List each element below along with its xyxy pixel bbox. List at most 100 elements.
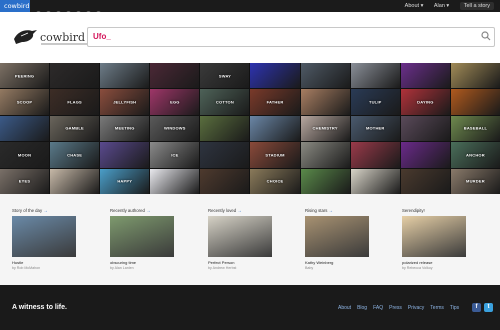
story-column-heading[interactable]: Recently loved →: [208, 208, 283, 213]
story-column-heading-text: Recently authored: [110, 208, 145, 213]
story-thumbnail[interactable]: [110, 216, 174, 257]
story-column: Rising stars → Kathy Weinberg Baby: [305, 208, 380, 270]
story-tile[interactable]: SWAY: [200, 63, 250, 89]
story-column-heading[interactable]: Rising stars →: [305, 208, 380, 213]
story-author[interactable]: by Alan Lanlen: [110, 266, 185, 270]
story-tile[interactable]: STADIUM: [250, 142, 300, 168]
logo-underline: [41, 43, 87, 45]
story-tile[interactable]: MURDER: [450, 168, 500, 194]
story-thumbnail[interactable]: [305, 216, 369, 257]
story-tile-label: FLAGS: [67, 99, 82, 105]
story-author[interactable]: by Rebecca Volkoy: [402, 266, 477, 270]
footer-link[interactable]: FAQ: [373, 305, 383, 311]
story-tile[interactable]: HAPPY: [100, 168, 150, 194]
story-tile[interactable]: CHOICE: [250, 168, 300, 194]
story-title[interactable]: Hustle: [12, 260, 87, 265]
story-thumbnail[interactable]: [12, 216, 76, 257]
footer-link[interactable]: Tips: [450, 305, 459, 311]
story-column-heading[interactable]: Recently authored →: [110, 208, 185, 213]
footer-link[interactable]: About: [338, 305, 351, 311]
story-tile[interactable]: [250, 63, 300, 89]
story-tile[interactable]: [150, 168, 200, 194]
story-column-heading-text: Rising stars: [305, 208, 328, 213]
story-column-heading[interactable]: Story of the day →: [12, 208, 87, 213]
brand-link[interactable]: cowbird: [0, 0, 30, 12]
story-tile[interactable]: [200, 115, 250, 142]
story-tile-label: EYES: [18, 178, 31, 184]
story-tile-label: GAMBLE: [65, 125, 84, 131]
story-tile[interactable]: TULIP: [350, 89, 400, 115]
story-tile[interactable]: [400, 115, 450, 142]
footer-link[interactable]: Press: [389, 305, 402, 311]
story-tile[interactable]: EGG: [150, 89, 200, 115]
story-thumbnail[interactable]: [208, 216, 272, 257]
user-menu[interactable]: Alan ▾: [434, 3, 449, 9]
about-menu[interactable]: About ▾: [405, 3, 424, 9]
story-tile[interactable]: JELLYFISH: [100, 89, 150, 115]
story-author[interactable]: by Rob McMahon: [12, 266, 87, 270]
story-tile[interactable]: [50, 168, 100, 194]
story-tile[interactable]: [450, 89, 500, 115]
story-tile[interactable]: [350, 168, 400, 194]
story-tile[interactable]: [100, 142, 150, 168]
story-tile[interactable]: WINDOWS: [150, 115, 200, 142]
story-title[interactable]: Perfect Person: [208, 260, 283, 265]
footer-link[interactable]: Terms: [430, 305, 444, 311]
story-tile[interactable]: SCOOP: [0, 89, 50, 115]
tell-story-button[interactable]: Tell a story: [459, 2, 494, 10]
story-tile[interactable]: EYES: [0, 168, 50, 194]
story-tile[interactable]: MOON: [0, 142, 50, 168]
story-column: Story of the day → Hustle by Rob McMahon: [12, 208, 87, 270]
story-tile[interactable]: [300, 89, 350, 115]
story-tile[interactable]: DAYING: [400, 89, 450, 115]
story-tile[interactable]: [200, 142, 250, 168]
story-tile-label: COTTON: [215, 99, 234, 105]
story-author[interactable]: Baby: [305, 266, 380, 270]
story-tile[interactable]: ICE: [150, 142, 200, 168]
story-tile[interactable]: COTTON: [200, 89, 250, 115]
story-tile[interactable]: MEETING: [100, 115, 150, 142]
story-tile[interactable]: [0, 115, 50, 142]
story-column: Recently loved → Perfect Person by Andrew …: [208, 208, 283, 270]
story-tile[interactable]: [300, 63, 350, 89]
story-tile[interactable]: ANCHOR: [450, 142, 500, 168]
story-tile[interactable]: [100, 63, 150, 89]
story-tile[interactable]: [350, 63, 400, 89]
story-title[interactable]: obscuring time: [110, 260, 185, 265]
story-tile-label: MOON: [17, 152, 32, 158]
search-input[interactable]: Ufo_: [87, 27, 495, 47]
tagline: A witness to life.: [12, 304, 67, 311]
story-tile[interactable]: [400, 168, 450, 194]
story-tile[interactable]: CHEMISTRY: [300, 115, 350, 142]
story-tile[interactable]: [300, 168, 350, 194]
story-tile[interactable]: MOTHER: [350, 115, 400, 142]
story-tile[interactable]: FATHER: [250, 89, 300, 115]
story-tile[interactable]: [400, 142, 450, 168]
story-tile[interactable]: FLAGS: [50, 89, 100, 115]
story-tile[interactable]: [350, 142, 400, 168]
story-tile[interactable]: [450, 63, 500, 89]
story-tile-label: MURDER: [466, 178, 485, 184]
story-tile[interactable]: [50, 63, 100, 89]
story-column-heading[interactable]: Serendipity!: [402, 208, 477, 213]
twitter-icon[interactable]: t: [484, 303, 493, 312]
story-tile[interactable]: [150, 63, 200, 89]
story-tile-label: BASEBALL: [463, 125, 488, 131]
footer-link[interactable]: Blog: [357, 305, 367, 311]
story-tile[interactable]: [250, 115, 300, 142]
footer-link[interactable]: Privacy: [408, 305, 424, 311]
story-thumbnail[interactable]: [402, 216, 466, 257]
story-tile[interactable]: [300, 142, 350, 168]
story-tile[interactable]: [400, 63, 450, 89]
story-title[interactable]: Kathy Weinberg: [305, 260, 380, 265]
story-tile[interactable]: PEERING: [0, 63, 50, 89]
story-tile[interactable]: CHASE: [50, 142, 100, 168]
facebook-icon[interactable]: f: [472, 303, 481, 312]
story-author[interactable]: by Andrew Herbst: [208, 266, 283, 270]
story-tile[interactable]: BASEBALL: [450, 115, 500, 142]
story-tile-label: FATHER: [266, 99, 284, 105]
story-tile[interactable]: [200, 168, 250, 194]
story-title[interactable]: polarized release: [402, 260, 477, 265]
story-tile[interactable]: GAMBLE: [50, 115, 100, 142]
search-icon[interactable]: [481, 31, 491, 41]
